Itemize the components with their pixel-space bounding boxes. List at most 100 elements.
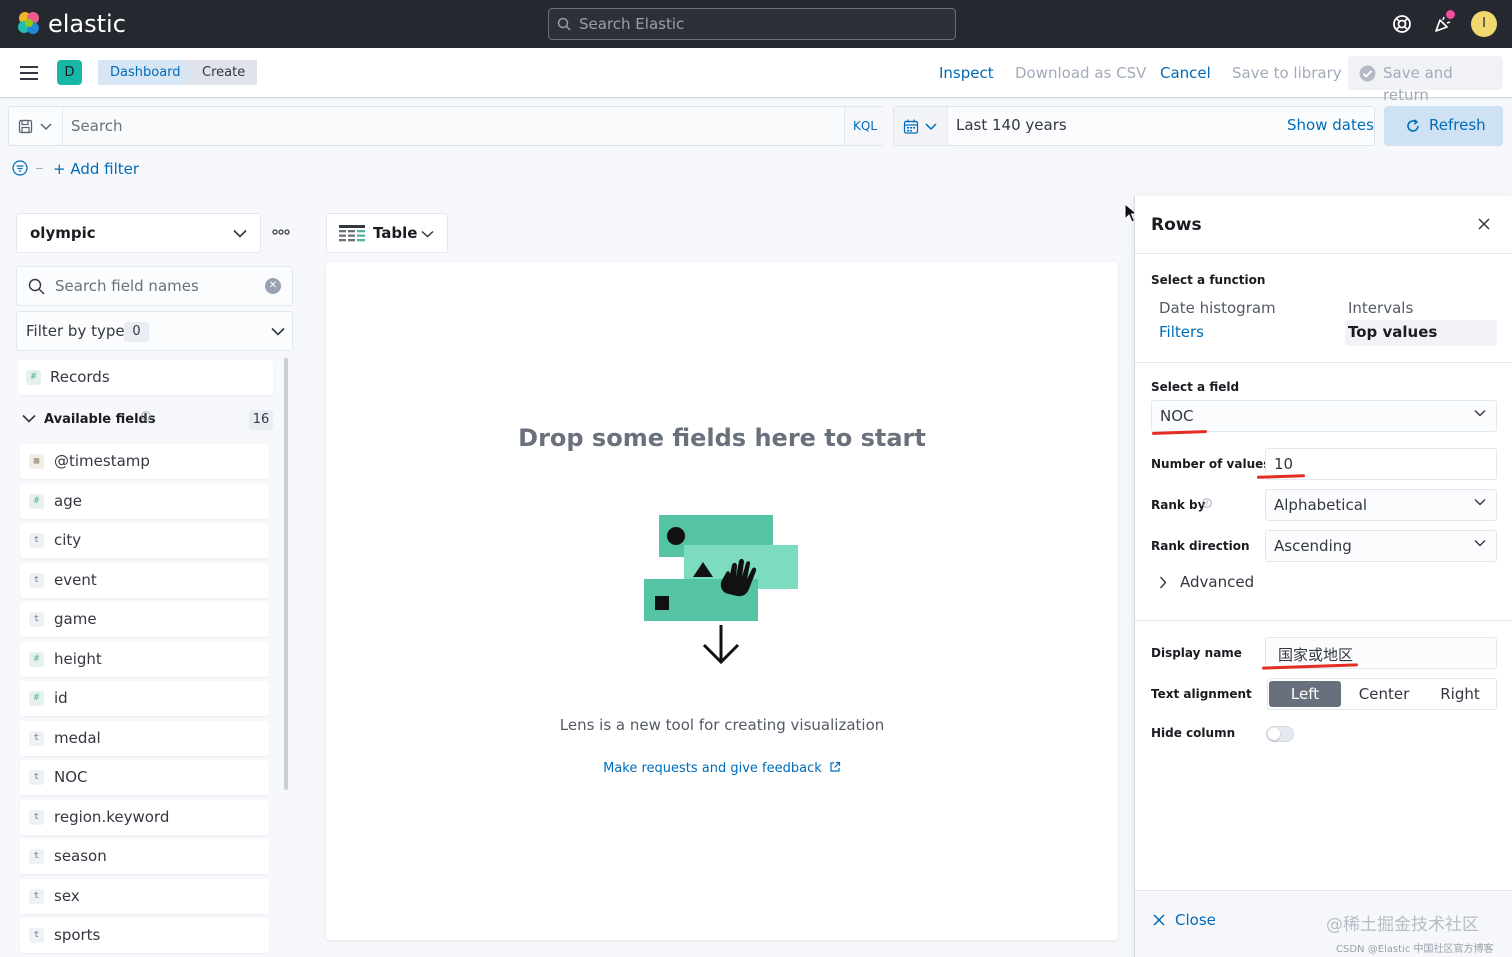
number-of-values-label: Number of values [1151,457,1271,471]
workspace-canvas[interactable]: Drop some fields here to start Lens is a… [326,262,1118,940]
field-item[interactable]: t medal [20,720,269,756]
global-search[interactable] [548,8,956,40]
watermark-juejin: @稀土掘金技术社区 [1326,915,1479,935]
string-type-icon: t [29,809,44,825]
save-to-library-button[interactable]: Save to library [1232,62,1342,84]
brand-name[interactable]: elastic [48,8,126,40]
field-item[interactable]: t region.keyword [20,799,269,835]
display-name-input[interactable]: 国家或地区 [1265,637,1497,669]
number-type-icon: # [29,493,44,509]
rank-direction-select[interactable]: Ascending [1265,530,1497,562]
time-range-label[interactable]: Last 140 years [956,116,1067,134]
breadcrumb-create: Create [184,60,258,85]
cancel-button[interactable]: Cancel [1160,62,1211,84]
align-left-button[interactable]: Left [1269,681,1341,707]
function-intervals[interactable]: Intervals [1348,299,1413,317]
field-item[interactable]: # age [20,483,269,519]
field-item[interactable]: ▦ @timestamp [20,444,269,479]
field-list-scrollbar[interactable] [284,358,288,790]
query-bar: KQL [8,106,885,146]
feedback-link[interactable]: Make requests and give feedback [326,761,1118,776]
filter-by-type-select[interactable]: Filter by type 0 [16,311,293,351]
field-item[interactable]: t game [20,602,269,637]
align-right-button[interactable]: Right [1422,685,1498,703]
info-icon[interactable]: ? [141,411,151,421]
search-icon [557,17,571,31]
drop-zone-title: Drop some fields here to start [518,424,926,452]
saved-query-button[interactable] [9,107,63,145]
function-top-values[interactable]: Top values [1348,323,1437,341]
add-filter-button[interactable]: + Add filter [53,160,139,178]
text-alignment-group: Left Center Right [1267,678,1497,710]
records-field[interactable]: # Records [18,360,273,395]
info-icon[interactable]: ? [1202,498,1212,508]
elastic-logo-icon[interactable] [16,10,42,36]
field-item[interactable]: t sex [20,878,269,914]
field-name: game [54,610,97,628]
search-icon [28,278,45,295]
hide-column-toggle[interactable] [1266,726,1294,742]
advanced-toggle[interactable]: Advanced [1180,573,1254,591]
query-search-input[interactable] [63,107,843,145]
refresh-label: Refresh [1429,116,1486,134]
number-type-icon: # [29,651,44,667]
help-icon[interactable] [1390,12,1414,36]
download-csv-button[interactable]: Download as CSV [1015,62,1146,84]
chevron-down-icon [925,123,937,131]
flyout-title: Rows [1151,215,1202,235]
field-name: NOC [54,768,88,786]
filter-icon[interactable] [12,160,28,176]
feedback-link-label[interactable]: Make requests and give feedback [603,761,822,776]
field-name: sports [54,926,101,944]
filter-type-count: 0 [124,322,149,342]
field-item[interactable]: # height [20,641,269,677]
chevron-down-icon [1474,499,1486,506]
rank-by-select[interactable]: Alphabetical [1265,489,1497,521]
refresh-button[interactable]: Refresh [1384,106,1503,146]
show-dates-button[interactable]: Show dates [1287,116,1374,134]
field-item[interactable]: # id [20,681,269,716]
clear-search-icon[interactable]: ✕ [265,278,281,294]
field-item[interactable]: t sports [20,918,269,953]
menu-toggle-icon[interactable] [20,66,38,80]
field-select[interactable]: NOC [1151,400,1497,432]
chevron-down-icon [1474,540,1486,547]
user-avatar[interactable]: I [1471,11,1497,37]
field-name: event [54,570,97,589]
close-button[interactable]: Close [1175,911,1216,929]
close-icon[interactable] [1478,218,1490,230]
more-options-icon[interactable] [272,228,290,236]
field-search[interactable]: ✕ [16,266,293,306]
function-filters[interactable]: Filters [1159,323,1204,341]
field-search-input[interactable] [55,267,255,305]
annotation-underline [1151,430,1208,435]
text-alignment-label: Text alignment [1151,687,1252,701]
field-item[interactable]: t event [20,562,269,598]
index-pattern-select[interactable]: olympic [16,213,261,253]
string-type-icon: t [29,612,44,627]
function-date-histogram[interactable]: Date histogram [1159,299,1276,317]
field-item[interactable]: t NOC [20,760,269,795]
rank-by-label: Rank by [1151,498,1206,512]
available-fields-header[interactable]: Available fields ? 16 [20,408,273,432]
inspect-button[interactable]: Inspect [939,62,994,84]
save-and-return-button[interactable]: Save and return [1348,56,1503,104]
chevron-down-icon [1474,410,1486,417]
quick-select-button[interactable] [894,107,948,145]
breadcrumb-dashboard[interactable]: Dashboard [98,60,201,85]
hide-column-label: Hide column [1151,726,1236,740]
field-item[interactable]: t season [20,839,269,874]
app-header: D Dashboard Create Inspect Download as C… [0,48,1512,104]
kql-language-toggle[interactable]: KQL [844,107,885,145]
field-select-value: NOC [1160,407,1194,425]
display-name-value: 国家或地区 [1278,646,1354,664]
align-center-button[interactable]: Center [1346,685,1422,703]
chevron-down-icon [271,327,285,336]
rank-by-value: Alphabetical [1274,496,1368,514]
visualization-type-switcher[interactable]: Table [326,213,448,253]
field-item[interactable]: t city [20,523,269,558]
table-vis-icon [339,225,365,242]
chevron-right-icon[interactable] [1159,576,1167,589]
global-search-input[interactable] [579,9,949,39]
space-avatar[interactable]: D [57,60,82,85]
